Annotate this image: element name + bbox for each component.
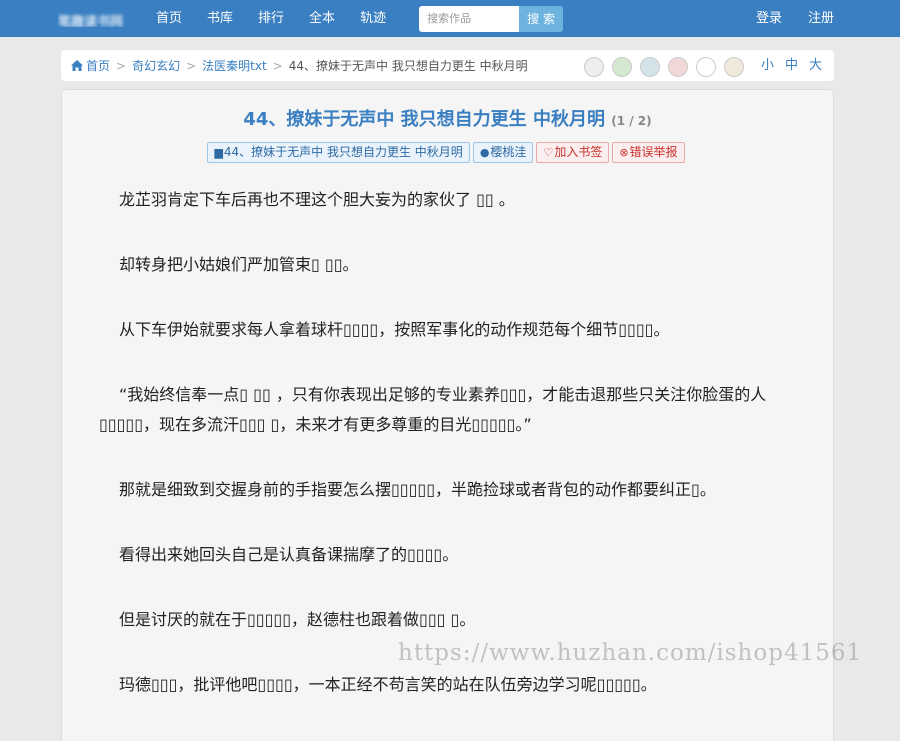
breadcrumb-separator: > xyxy=(272,58,283,73)
font-size-controls: 小 中 大 xyxy=(750,50,822,81)
breadcrumb-home[interactable]: 首页 xyxy=(71,57,110,74)
paragraph: 龙芷羽肯定下车后再也不理这个胆大妄为的家伙了 ▯▯ 。 xyxy=(119,190,515,209)
theme-swatch[interactable] xyxy=(612,57,632,77)
breadcrumb-category[interactable]: 奇幻玄幻 xyxy=(132,57,180,74)
breadcrumb: 首页 > 奇幻玄幻 > 法医秦明txt > 44、撩妹于无声中 我只想自力更生 … xyxy=(61,50,834,81)
search-button[interactable]: 搜 索 xyxy=(519,5,564,32)
watermark: https://www.huzhan.com/ishop41561 xyxy=(398,640,863,666)
site-logo-text: 笔趣读书网 xyxy=(58,14,124,27)
font-size-medium[interactable]: 中 xyxy=(785,50,798,81)
home-icon xyxy=(71,60,83,71)
theme-swatches xyxy=(576,57,744,77)
chapter-title-text: 44、撩妹于无声中 我只想自力更生 中秋月明 xyxy=(243,109,605,130)
breadcrumb-separator: > xyxy=(186,58,197,73)
nav-home[interactable]: 首页 xyxy=(156,0,182,37)
paragraph: 那就是细致到交握身前的手指要怎么摆▯▯▯▯▯，半跪捡球或者背包的动作都要纠正▯。 xyxy=(119,480,716,499)
paragraph: 玛德▯▯▯，批评他吧▯▯▯▯，一本正经不苟言笑的站在队伍旁边学习呢▯▯▯▯▯。 xyxy=(119,675,657,694)
page-indicator: (1 / 2) xyxy=(611,114,652,128)
nav-history[interactable]: 轨迹 xyxy=(360,0,386,37)
search-form: 搜 索 xyxy=(419,5,564,32)
user-icon: ● xyxy=(479,146,490,159)
chapter-meta: ▆44、撩妹于无声中 我只想自力更生 中秋月明 ●樱桃洼 ♡加入书签 ⊗错误举报 xyxy=(62,142,833,163)
add-bookmark-label: 加入书签 xyxy=(554,145,603,159)
add-bookmark-button[interactable]: ♡加入书签 xyxy=(536,142,610,163)
paragraph: 却转身把小姑娘们严加管束▯ ▯▯。 xyxy=(119,255,359,274)
top-navbar: 笔趣读书网 首页 书库 排行 全本 轨迹 搜 索 登录 注册 xyxy=(0,0,900,37)
book-tag[interactable]: ▆44、撩妹于无声中 我只想自力更生 中秋月明 xyxy=(207,142,470,163)
theme-swatch[interactable] xyxy=(724,57,744,77)
book-tag-label: 44、撩妹于无声中 我只想自力更生 中秋月明 xyxy=(223,145,463,159)
chapter-text: 龙芷羽肯定下车后再也不理这个胆大妄为的家伙了 ▯▯ 。 却转身把小姑娘们严加管束… xyxy=(62,185,833,700)
nav-completed[interactable]: 全本 xyxy=(309,0,335,37)
paragraph: 看得出来她回头自己是认真备课揣摩了的▯▯▯▯。 xyxy=(119,545,459,564)
search-input[interactable] xyxy=(419,5,520,32)
main-nav: 首页 书库 排行 全本 轨迹 xyxy=(156,0,411,37)
breadcrumb-current: 44、撩妹于无声中 我只想自力更生 中秋月明 xyxy=(288,59,528,73)
theme-swatch[interactable] xyxy=(668,57,688,77)
chapter-title: 44、撩妹于无声中 我只想自力更生 中秋月明 (1 / 2) xyxy=(62,105,833,131)
paragraph: “我始终信奉一点▯ ▯▯ ，只有你表现出足够的专业素养▯▯▯，才能击退那些只关注… xyxy=(99,385,767,434)
site-logo[interactable]: 笔趣读书网 xyxy=(58,11,132,27)
paragraph: 但是讨厌的就在于▯▯▯▯▯，赵德柱也跟着做▯▯▯ ▯。 xyxy=(119,610,476,629)
breadcrumb-book[interactable]: 法医秦明txt xyxy=(202,57,267,74)
breadcrumb-home-label: 首页 xyxy=(86,59,111,73)
heart-icon: ♡ xyxy=(543,146,554,159)
report-error-label: 错误举报 xyxy=(629,145,678,159)
nav-ranking[interactable]: 排行 xyxy=(258,0,284,37)
font-size-small[interactable]: 小 xyxy=(761,50,774,81)
theme-swatch[interactable] xyxy=(584,57,604,77)
nav-library[interactable]: 书库 xyxy=(207,0,233,37)
breadcrumb-separator: > xyxy=(116,58,127,73)
book-icon: ▆ xyxy=(214,146,223,159)
login-link[interactable]: 登录 xyxy=(756,0,782,37)
author-tag[interactable]: ●樱桃洼 xyxy=(472,142,534,163)
font-size-large[interactable]: 大 xyxy=(809,50,822,81)
paragraph: 从下车伊始就要求每人拿着球杆▯▯▯▯，按照军事化的动作规范每个细节▯▯▯▯。 xyxy=(119,320,670,339)
register-link[interactable]: 注册 xyxy=(808,0,834,37)
error-icon: ⊗ xyxy=(619,146,629,159)
theme-swatch[interactable] xyxy=(640,57,660,77)
auth-links: 登录 注册 xyxy=(730,0,834,37)
theme-swatch[interactable] xyxy=(696,57,716,77)
report-error-button[interactable]: ⊗错误举报 xyxy=(612,142,685,163)
author-tag-label: 樱桃洼 xyxy=(490,145,527,159)
